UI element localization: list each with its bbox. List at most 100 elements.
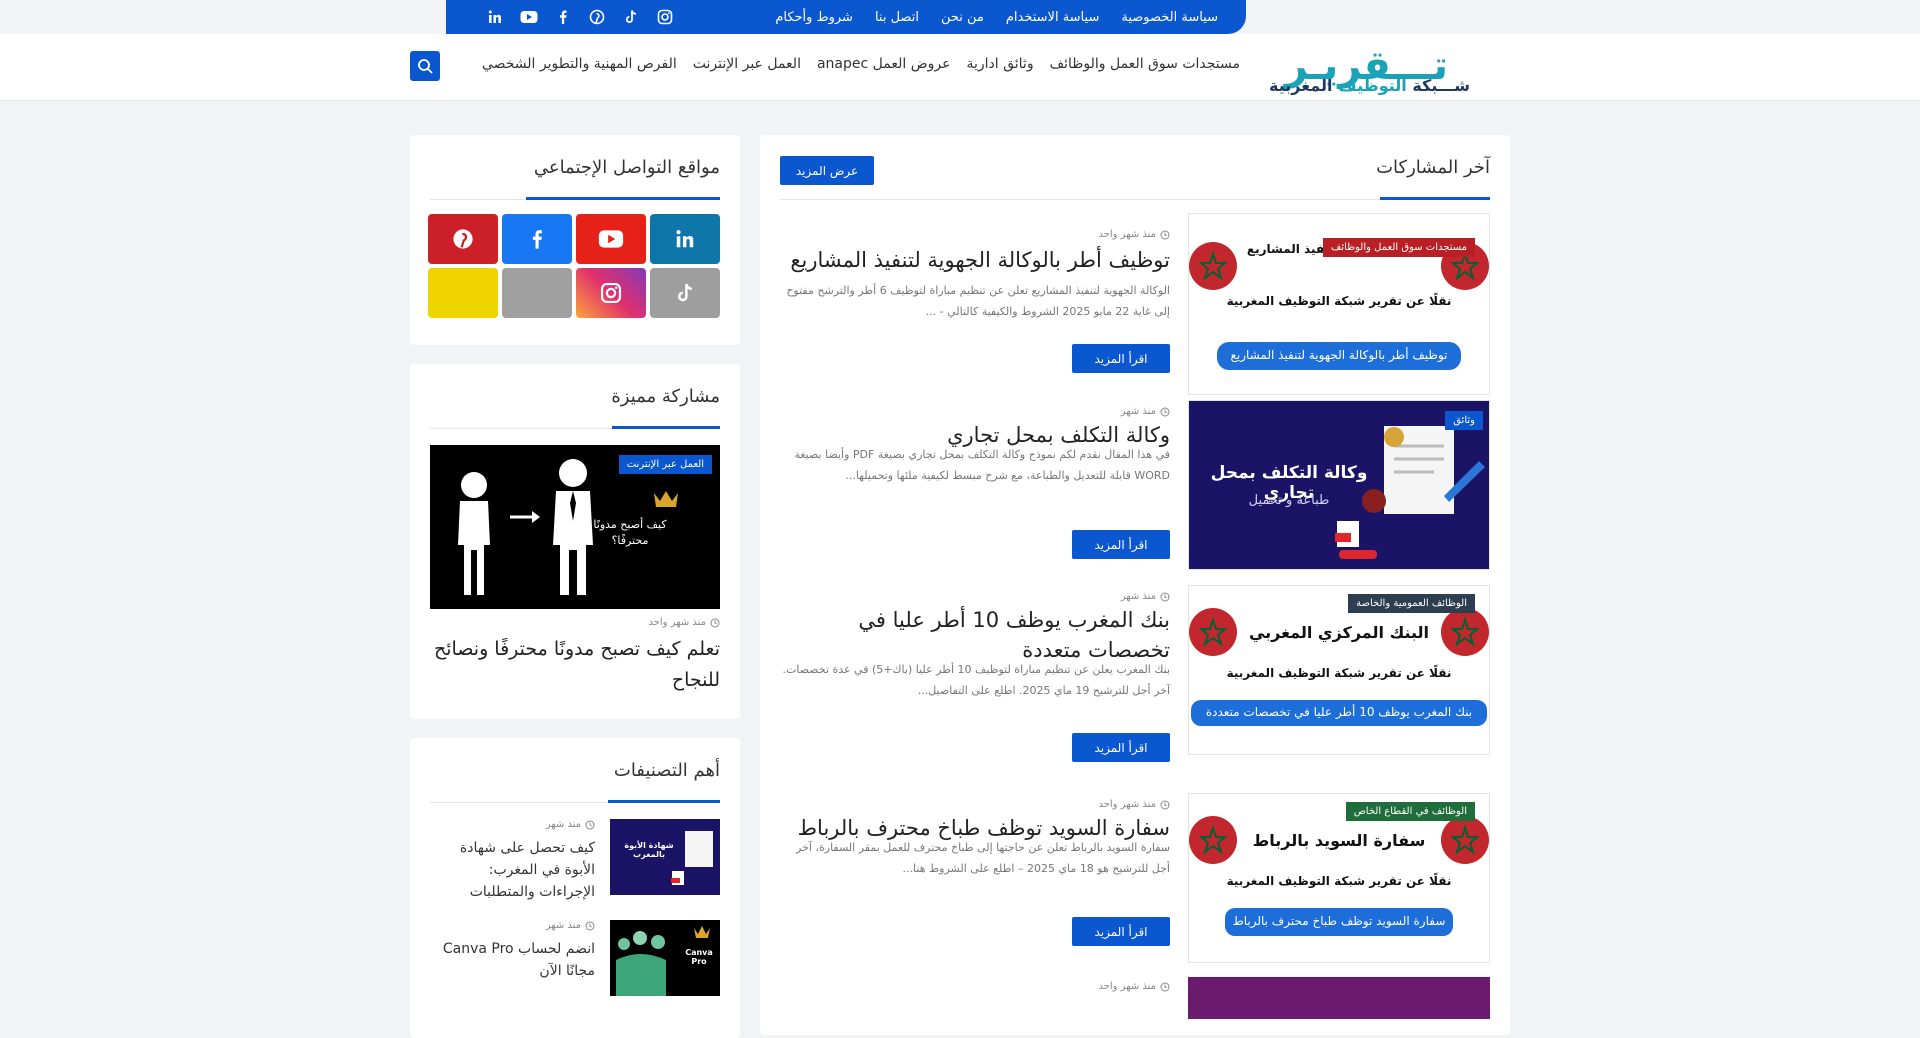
featured-image-text: كيف أصبح مدونًا محترفًا؟ [593,518,667,547]
logo-sub-c: المغربية [1269,76,1339,95]
pinterest-icon [453,229,473,249]
nav-item-market-news[interactable]: مستجدات سوق العمل والوظائف [1050,56,1240,72]
post-date: منذ شهر [1120,406,1156,417]
search-button[interactable] [410,51,440,81]
instagram-icon[interactable] [656,8,674,26]
post-thumbnail[interactable]: البنك المركزي المغربي نقلًا عن تقرير شبك… [1188,585,1490,755]
widget-title-underline [612,426,720,429]
post-card: سفارة السويد بالرباط نقلًا عن تقرير شبكة… [780,793,1490,963]
clock-icon [1160,407,1170,416]
category-badge: مستجدات سوق العمل والوظائف [1323,238,1475,257]
top-link-privacy[interactable]: سياسة الخصوصية [1121,10,1218,25]
tiktok-icon [678,283,693,302]
facebook-icon [532,230,542,249]
nav-item-career[interactable]: الفرص المهنية والتطوير الشخصي [482,56,677,72]
post-meta: منذ شهر [546,920,595,931]
featured-post-title[interactable]: تعلم كيف تصبح مدونًا محترفًا ونصائح للنج… [430,634,720,696]
site-logo[interactable]: تـــقريـر شـــبكة التوظيف المغربية [1269,44,1478,102]
category-post-thumbnail[interactable]: شهادة الأبوة بالمغرب [610,819,720,895]
grey-tile[interactable] [502,268,572,318]
read-more-button[interactable]: اقرأ المزيد [1072,530,1170,559]
post-meta: منذ شهر واحد [1098,799,1170,810]
post-title[interactable]: بنك المغرب يوظف 10 أطر عليا في تخصصات مت… [780,605,1170,665]
widget-title-underline [608,800,720,803]
post-image-caption: نقلًا عن تقرير شبكة التوظيف المغربية [1226,666,1452,680]
linkedin-tile[interactable] [650,214,720,264]
top-link-usage[interactable]: سياسة الاستخدام [1006,10,1100,25]
post-thumbnail[interactable] [1188,977,1490,1019]
nav-item-anapec[interactable]: عروض العمل anapec [817,56,951,72]
post-image-pill: بنك المغرب يوظف 10 أطر عليا في تخصصات مت… [1205,705,1473,719]
show-more-button[interactable]: عرض المزيد [780,156,874,185]
category-post-item: شهادة الأبوة بالمغرب منذ شهر كيف تحصل عل… [430,819,720,900]
category-post-item: Canva Pro منذ شهر انضم لحساب Canva Pro م… [430,920,720,1000]
pinterest-icon[interactable] [588,8,606,26]
social-tiles [428,214,720,318]
read-more-button[interactable]: اقرأ المزيد [1072,917,1170,946]
category-post-thumbnail[interactable]: Canva Pro [610,920,720,996]
category-badge: الوظائف العمومية والخاصة [1348,594,1475,613]
read-more-button[interactable]: اقرأ المزيد [1072,733,1170,762]
category-post-title[interactable]: كيف تحصل على شهادة الأبوة في المغرب: الإ… [430,837,595,903]
top-bar: سياسة الخصوصية سياسة الاستخدام من نحن ات… [446,0,1246,34]
tiktok-icon[interactable] [622,8,640,26]
post-image-pill: توظيف أطر بالوكالة الجهوية لتنفيذ المشار… [1230,348,1448,362]
youtube-icon[interactable] [520,8,538,26]
post-meta: منذ شهر واحد [1098,229,1170,240]
search-icon [418,59,433,74]
post-thumbnail[interactable]: وكالة التكلف بمحل تجاري طباعة و تحميل وث… [1188,400,1490,570]
widget-title: مواقع التواصل الإجتماعي [533,157,720,178]
logo-subtitle: شـــبكة التوظيف المغربية [1269,76,1470,95]
top-link-about[interactable]: من نحن [941,10,984,25]
clock-icon [1160,982,1170,991]
post-date: منذ شهر [545,819,581,830]
post-card: منذ شهر واحد [780,977,1490,1019]
category-badge: العمل عبر الإنترنت [618,455,712,474]
logo-sub-b: التوظيف [1338,76,1407,95]
facebook-tile[interactable] [502,214,572,264]
post-meta: منذ شهر [1121,591,1170,602]
clock-icon [1160,230,1170,239]
widget-title: مشاركة مميزة [611,386,720,407]
instagram-tile[interactable] [576,268,646,318]
logo-sub-a: شـــبكة [1406,76,1470,95]
instagram-icon [600,282,622,304]
clock-icon [710,618,720,627]
yellow-tile[interactable] [428,268,498,318]
latest-posts-section: آخر المشاركات عرض المزيد الوكالة الجهوية… [760,135,1510,1035]
category-post-title[interactable]: انضم لحساب Canva Pro مجانًا الآن [430,938,595,982]
pinterest-tile[interactable] [428,214,498,264]
post-thumbnail[interactable]: سفارة السويد بالرباط نقلًا عن تقرير شبكة… [1188,793,1490,963]
post-excerpt: سفارة السويد بالرباط تعلن عن حاجتها إلى … [796,841,1170,875]
post-image-subtitle: طباعة و تحميل [1248,493,1330,508]
featured-image[interactable]: كيف أصبح مدونًا محترفًا؟ العمل عبر الإنت… [430,445,720,609]
post-image-heading: سفارة السويد بالرباط [1252,831,1426,850]
post-meta: منذ شهر واحد [648,617,720,628]
post-title[interactable]: توظيف أطر بالوكالة الجهوية لتنفيذ المشار… [780,245,1170,275]
post-meta: منذ شهر [1121,406,1170,417]
post-date: منذ شهر واحد [648,617,706,628]
nav-item-admin-docs[interactable]: وثائق ادارية [966,56,1033,72]
youtube-tile[interactable] [576,214,646,264]
nav-item-online-work[interactable]: العمل عبر الإنترنت [693,56,801,72]
facebook-icon[interactable] [554,8,572,26]
post-meta: منذ شهر [546,819,595,830]
post-date: منذ شهر واحد [1098,799,1156,810]
main-nav: مستجدات سوق العمل والوظائف وثائق ادارية … [482,34,1240,94]
post-excerpt: بنك المغرب يعلن عن تنظيم مباراة لتوظيف 1… [782,663,1171,697]
linkedin-icon[interactable] [486,8,504,26]
top-link-terms[interactable]: شروط وأحكام [775,10,853,25]
post-card: البنك المركزي المغربي نقلًا عن تقرير شبك… [780,585,1490,762]
clock-icon [1160,800,1170,809]
tiktok-tile[interactable] [650,268,720,318]
linkedin-icon [676,230,694,248]
read-more-button[interactable]: اقرأ المزيد [1072,344,1170,373]
social-widget: مواقع التواصل الإجتماعي [410,135,740,345]
post-thumbnail[interactable]: الوكالة الجهوية لتنفيذ المشاريع نقلًا عن… [1188,213,1490,395]
featured-widget: مشاركة مميزة كيف أصبح مدونًا محترفًا؟ ال… [410,364,740,719]
post-date: منذ شهر واحد [1098,981,1156,992]
section-title: آخر المشاركات [1376,157,1490,178]
clock-icon [1160,592,1170,601]
top-social-icons [486,0,674,34]
top-link-contact[interactable]: اتصل بنا [875,10,919,25]
